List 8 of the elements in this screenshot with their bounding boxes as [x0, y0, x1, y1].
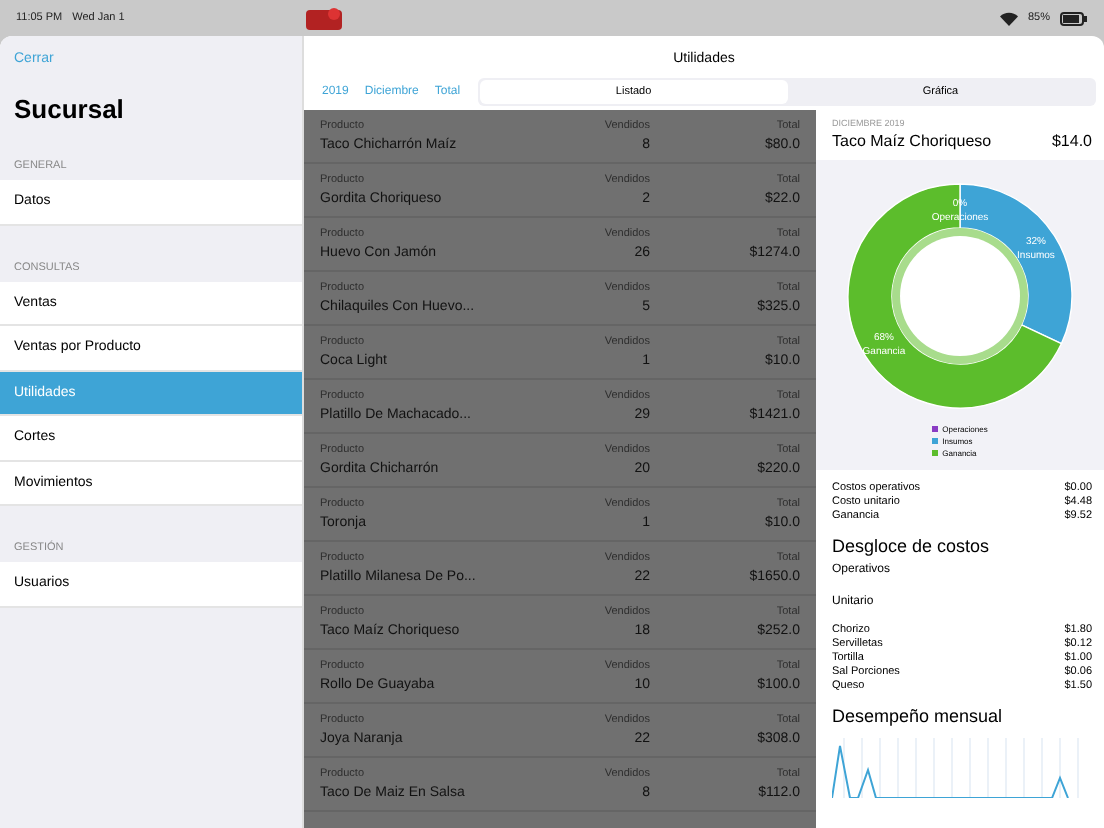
battery-icon: [1060, 11, 1088, 25]
wifi-icon: [999, 11, 1018, 25]
section-title: Desgloce de costos: [832, 534, 992, 560]
product-title: Taco Maíz Choriqueso: [832, 132, 992, 150]
section-title: Desempeño mensual: [832, 704, 1005, 730]
sidebar-title: Sucursal: [12, 92, 126, 128]
logo-icon: [306, 6, 343, 30]
product-price: $14.0: [1051, 132, 1092, 150]
